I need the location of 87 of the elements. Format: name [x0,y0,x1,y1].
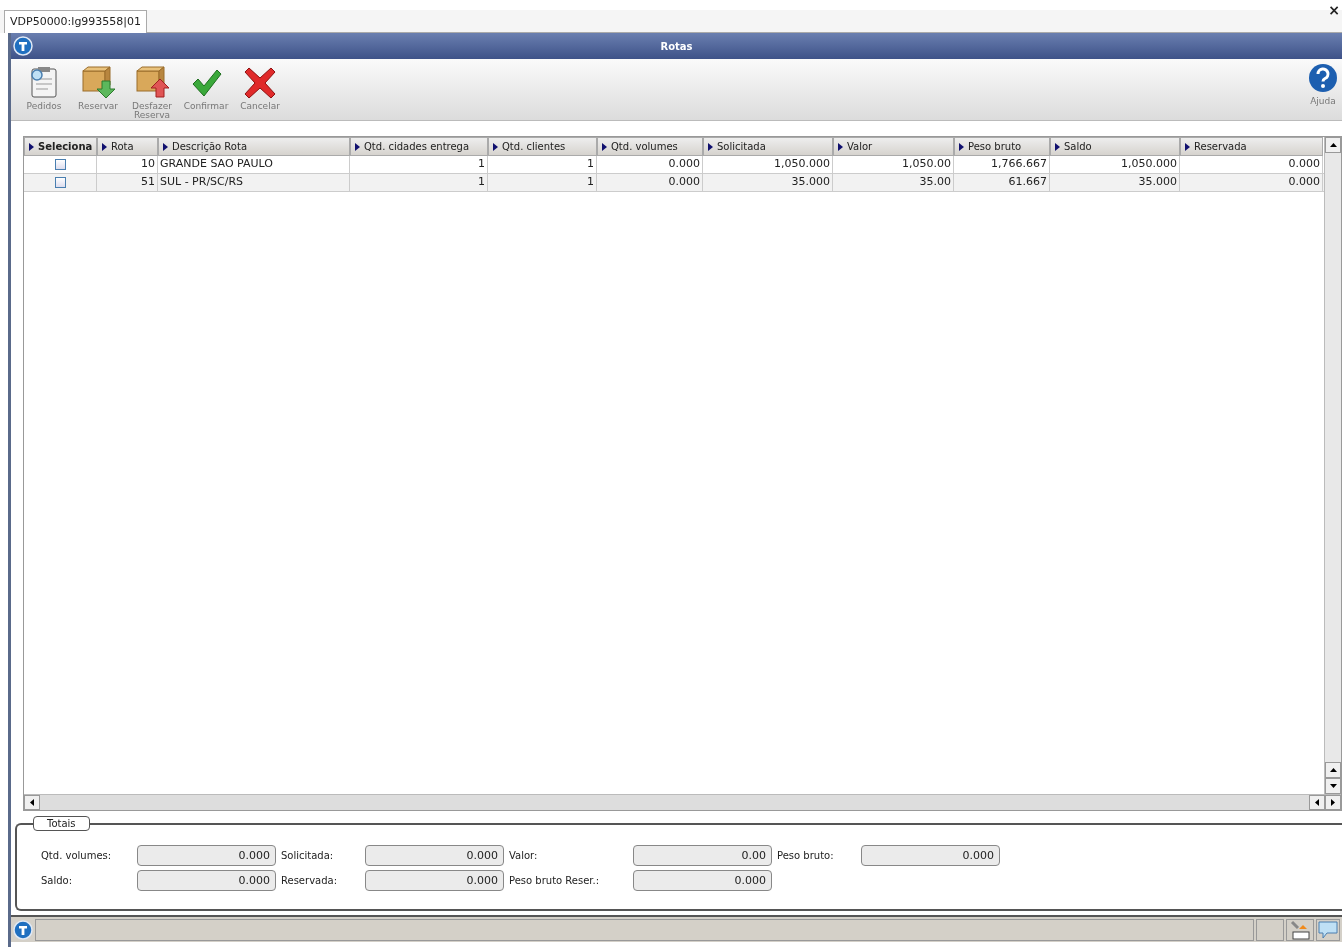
document-tab[interactable]: VDP50000:lg993558|01 [4,10,148,33]
column-header[interactable]: Qtd. cidades entrega [350,137,488,156]
column-header[interactable]: Solicitada [703,137,833,156]
table-cell: 35.000 [791,174,830,191]
input-field[interactable]: 0.000 [137,870,276,891]
column-header[interactable]: Valor [833,137,954,156]
column-header[interactable]: Qtd. clientes [488,137,597,156]
table-cell: 1,050.000 [774,156,830,173]
toolbar-button[interactable]: Reservar [73,63,123,111]
field-label: Saldo: [40,874,74,888]
triangle-icon [29,142,34,151]
checkmark-icon [190,67,222,99]
field-label: Peso bruto: [776,849,835,863]
right-arrow-icon [1331,799,1335,806]
up-arrow-icon [1329,768,1337,772]
table-cell: 0.000 [668,156,700,173]
field-label: Valor: [508,849,539,863]
table-cell: GRANDE SAO PAULO [160,156,273,173]
wrench-keyboard-icon [1289,919,1311,940]
triangle-icon [1185,142,1190,151]
toolbar-button[interactable]: Cancelar [235,63,285,111]
triangle-icon [838,142,843,151]
left-arrow-icon [30,799,34,806]
triangle-icon [959,142,964,151]
table-cell: 1 [478,174,485,191]
table-cell: 1 [587,156,594,173]
field-label: Solicitada: [280,849,335,863]
triangle-icon [355,142,360,151]
input-field[interactable]: 0.000 [861,845,1000,866]
left-arrow-icon [1315,799,1319,806]
chat-bubble-icon [1318,920,1338,939]
up-arrow-icon [1329,143,1337,147]
table-cell: SUL - PR/SC/RS [160,174,244,191]
field-label: Peso bruto Reser.: [508,874,601,888]
field-label: Qtd. volumes: [40,849,113,863]
down-arrow-icon [1329,784,1337,788]
table-cell: 1 [587,174,594,191]
input-field[interactable]: 0.000 [365,870,504,891]
toolbar-button[interactable]: Confirmar [181,63,231,111]
table-cell: 0.000 [1288,156,1320,173]
table-cell: 0.000 [668,174,700,191]
panel-title: Totais [33,816,90,831]
app-logo-icon [13,919,33,940]
table-cell: 35.00 [919,174,951,191]
box-down-arrow-icon [80,65,116,99]
field-label: Reservada: [280,874,338,888]
help-icon [1308,63,1338,93]
app-logo-icon [13,36,33,56]
horizontal-scrollbar[interactable] [24,794,1341,810]
table-cell: 1,050.00 [902,156,951,173]
table-cell: 1,766.667 [991,156,1047,173]
toolbar-button[interactable]: Pedidos [19,63,69,111]
column-header[interactable]: Qtd. volumes [597,137,703,156]
table-cell: 61.667 [1008,174,1047,191]
column-header[interactable]: Rota [97,137,158,156]
input-field[interactable]: 0.00 [633,845,772,866]
status-field [1256,918,1284,941]
input-field[interactable]: 0.000 [633,870,772,891]
triangle-icon [602,142,607,151]
checkbox[interactable] [54,177,66,188]
triangle-icon [163,142,168,151]
column-header[interactable]: Peso bruto [954,137,1050,156]
input-field[interactable]: 0.000 [137,845,276,866]
column-header[interactable]: Reservada [1180,137,1323,156]
column-header[interactable]: Seleciona [24,137,97,156]
table-cell: 10 [141,156,155,173]
window-title: Rotas [660,39,693,54]
triangle-icon [493,142,498,151]
triangle-icon [708,142,713,151]
help-button[interactable]: Ajuda [1308,63,1338,109]
vertical-scrollbar[interactable] [1324,137,1341,794]
checkbox[interactable] [54,159,66,170]
clipboard-icon [28,65,60,99]
table-cell: 35.000 [1138,174,1177,191]
close-button[interactable]: × [1328,0,1340,21]
triangle-icon [102,142,107,151]
table-cell: 1 [478,156,485,173]
box-up-arrow-icon [134,65,170,99]
table-cell: 1,050.000 [1121,156,1177,173]
column-header[interactable]: Descrição Rota [158,137,350,156]
cross-icon [244,67,276,99]
column-header[interactable]: Saldo [1050,137,1180,156]
table-cell: 51 [141,174,155,191]
triangle-icon [1055,142,1060,151]
input-field[interactable]: 0.000 [365,845,504,866]
toolbar-button[interactable]: Desfazer Reserva [127,63,177,120]
table-cell: 0.000 [1288,174,1320,191]
